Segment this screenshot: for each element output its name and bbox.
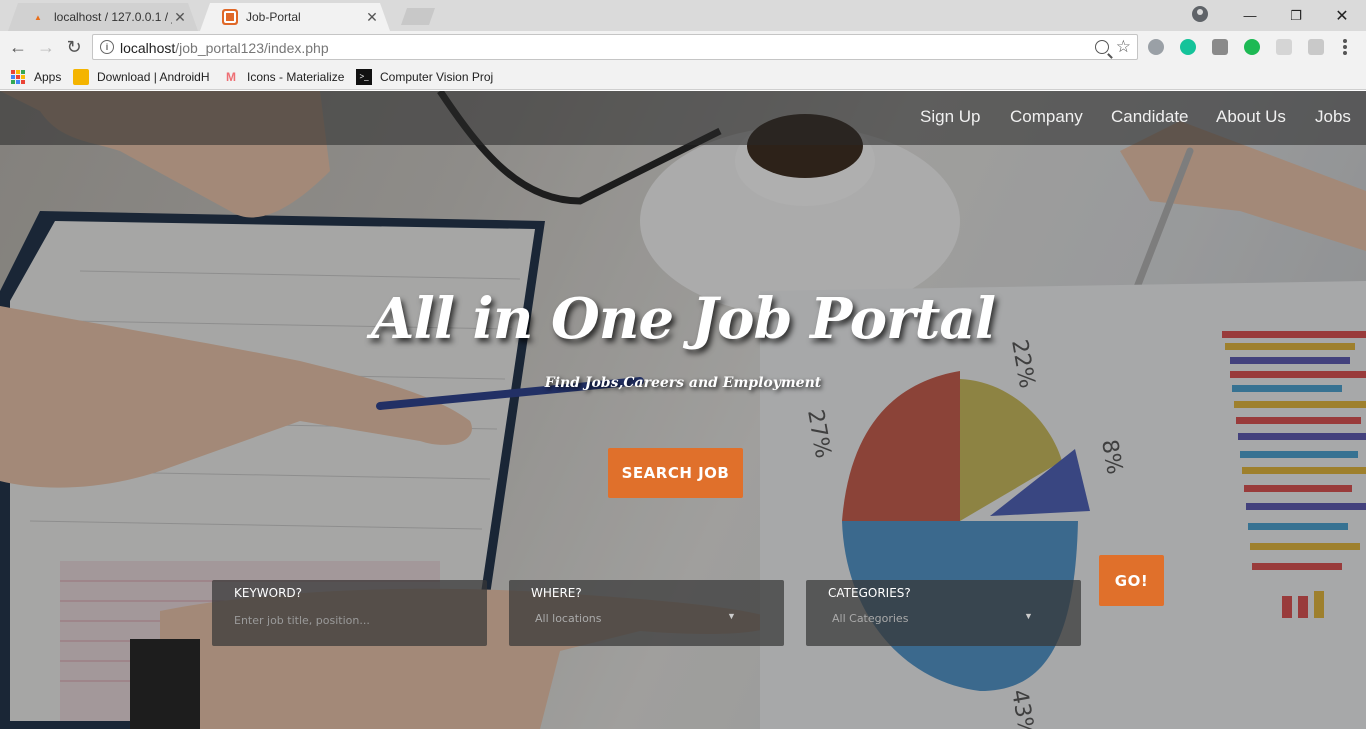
minimize-button[interactable]: — <box>1227 0 1273 31</box>
browser-tab-job-portal[interactable]: Job-Portal ✕ <box>200 3 390 31</box>
grammarly-extension-icon[interactable] <box>1180 39 1196 55</box>
nav-link-jobs[interactable]: Jobs <box>1315 107 1351 127</box>
bookmarks-bar: Apps Download | AndroidH M Icons - Mater… <box>0 63 1366 90</box>
browser-tab-phpmyadmin[interactable]: ▲ localhost / 127.0.0.1 / job ✕ <box>8 3 198 31</box>
hero-title: All in One Job Portal <box>371 286 996 352</box>
reload-icon[interactable]: ↻ <box>62 35 86 59</box>
nav-link-company[interactable]: Company <box>1010 107 1083 127</box>
address-bar[interactable]: i localhost/job_portal123/index.php ☆ <box>92 34 1138 60</box>
go-button[interactable]: GO! <box>1099 555 1164 606</box>
url-text[interactable]: localhost/job_portal123/index.php <box>120 40 329 56</box>
apps-grid-icon <box>10 69 26 85</box>
bookmark-androidh[interactable]: Download | AndroidH <box>73 68 211 85</box>
bookmark-apps[interactable]: Apps <box>10 68 61 85</box>
close-icon[interactable]: ✕ <box>364 9 380 26</box>
bookmark-label: Computer Vision Proj <box>380 69 494 84</box>
page-viewport: 22% 27% 8% 43% Sign Up Company Candidate… <box>0 91 1366 729</box>
search-job-button[interactable]: SEARCH JOB <box>608 448 743 498</box>
nav-link-about-us[interactable]: About Us <box>1216 107 1286 127</box>
extension-icon[interactable] <box>1212 39 1228 55</box>
phpmyadmin-icon: ▲ <box>34 12 42 22</box>
bookmark-computer-vision[interactable]: >_ Computer Vision Proj <box>356 68 494 85</box>
caret-down-icon: ▼ <box>727 611 736 621</box>
browser-menu-icon[interactable] <box>1343 39 1347 55</box>
bookmark-label: Icons - Materialize <box>247 69 345 84</box>
window-close-button[interactable]: ✕ <box>1319 0 1365 31</box>
info-icon[interactable]: i <box>100 40 114 54</box>
materialize-icon: M <box>226 69 236 84</box>
nav-link-sign-up[interactable]: Sign Up <box>920 107 980 127</box>
back-arrow-icon[interactable]: ← <box>6 35 30 59</box>
extension-icon[interactable] <box>1244 39 1260 55</box>
caret-down-icon: ▼ <box>1024 611 1033 621</box>
browser-toolbar: ← → ↻ i localhost/job_portal123/index.ph… <box>0 31 1366 63</box>
bookmark-star-icon[interactable]: ☆ <box>1116 37 1131 57</box>
category-search-box: CATEGORIES? All Categories ▼ <box>806 580 1081 646</box>
keyword-input[interactable] <box>234 610 464 630</box>
bookmark-label: Apps <box>34 69 62 84</box>
location-search-box: WHERE? All locations ▼ <box>509 580 784 646</box>
tab-title: localhost / 127.0.0.1 / job <box>54 10 172 24</box>
xampp-icon <box>222 9 238 25</box>
categories-label: CATEGORIES? <box>828 586 911 600</box>
browser-tabstrip: ▲ localhost / 127.0.0.1 / job ✕ Job-Port… <box>0 0 1366 31</box>
restore-button[interactable]: ❐ <box>1273 0 1319 31</box>
forward-arrow-icon[interactable]: → <box>34 35 58 59</box>
android-download-icon <box>73 68 89 85</box>
tab-title: Job-Portal <box>246 10 301 24</box>
location-select-value: All locations <box>535 612 602 625</box>
bookmark-label: Download | AndroidH <box>97 69 210 84</box>
new-tab-button[interactable] <box>401 8 435 25</box>
keyword-search-box: KEYWORD? <box>212 580 487 646</box>
extension-icon[interactable] <box>1308 39 1324 55</box>
category-select-value: All Categories <box>832 612 909 625</box>
hero-subtitle: Find Jobs,Careers and Employment <box>544 375 822 391</box>
nav-link-candidate[interactable]: Candidate <box>1111 107 1189 127</box>
close-icon[interactable]: ✕ <box>172 9 188 26</box>
site-navbar: Sign Up Company Candidate About Us Jobs <box>0 91 1366 145</box>
where-label: WHERE? <box>531 586 582 600</box>
bookmark-materialize[interactable]: M Icons - Materialize <box>223 68 344 85</box>
profile-icon[interactable] <box>1192 6 1208 22</box>
extension-icon[interactable] <box>1276 39 1292 55</box>
terminal-icon: >_ <box>356 68 372 85</box>
skype-extension-icon[interactable] <box>1148 39 1164 55</box>
zoom-icon[interactable] <box>1095 40 1109 54</box>
keyword-label: KEYWORD? <box>234 586 303 600</box>
